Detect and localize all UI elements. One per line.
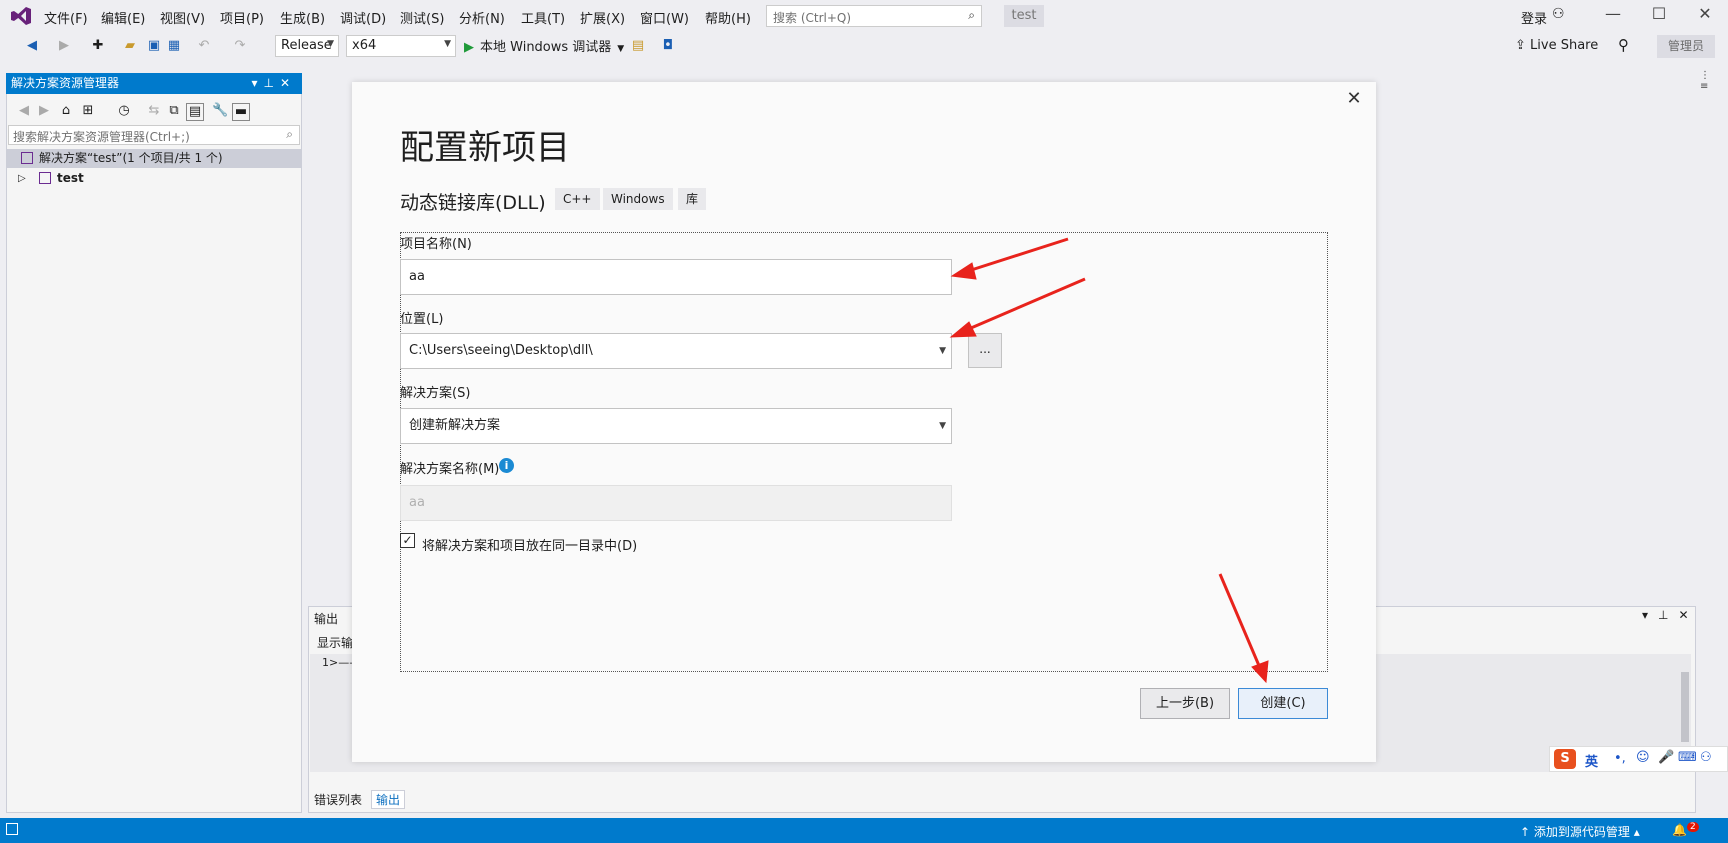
annotation-arrows bbox=[949, 237, 1269, 684]
annotation-arrow bbox=[950, 237, 1069, 280]
annotation-arrow bbox=[949, 277, 1086, 338]
annotation-arrow bbox=[1218, 573, 1269, 684]
